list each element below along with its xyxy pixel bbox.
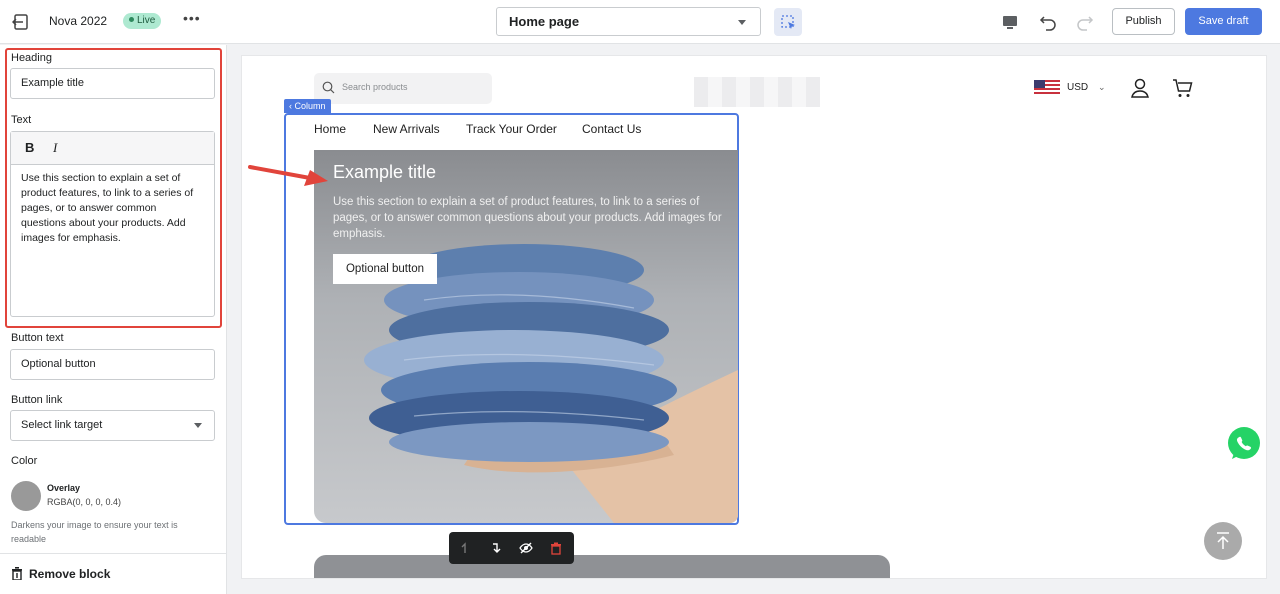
overlay-name: Overlay [47,483,81,493]
rich-text-body[interactable]: Use this section to explain a set of pro… [11,165,214,252]
settings-sidebar: Heading Example title Text B I Use this … [0,45,227,594]
column-selection-tag[interactable]: ‹ Column [284,99,331,113]
button-link-select[interactable]: Select link target [10,410,215,441]
chevron-down-icon [738,20,746,25]
scroll-to-top-button[interactable] [1204,522,1242,560]
desktop-icon[interactable] [1000,12,1020,32]
whatsapp-icon[interactable] [1226,426,1262,462]
annotation-arrow-icon [248,165,328,186]
button-link-value: Select link target [21,419,103,431]
overlay-value: RGBA(0, 0, 0, 0.4) [47,497,122,507]
store-search-input[interactable]: Search products [314,73,492,104]
status-badge: Live [123,13,162,29]
select-element-icon [781,15,795,29]
divider [0,553,227,554]
top-bar: Nova 2022 Live ••• Home page Publish Sav… [0,0,1280,44]
arrow-up-icon [1217,532,1229,549]
undo-icon[interactable] [1038,12,1058,32]
next-section-preview [314,555,890,578]
text-label: Text [11,114,32,126]
page-selector-label: Home page [509,14,580,29]
rich-text-editor[interactable]: B I Use this section to explain a set of… [10,131,215,317]
remove-block-label: Remove block [29,567,111,581]
chevron-down-icon [194,423,202,428]
button-text-input[interactable]: Optional button [10,349,215,380]
status-dot-icon [129,17,134,22]
button-link-label: Button link [11,394,63,406]
column-tag-label: Column [294,101,326,111]
italic-button[interactable]: I [53,140,57,156]
search-icon [322,81,335,94]
heading-input[interactable]: Example title [10,68,215,99]
search-placeholder: Search products [342,82,408,92]
chevron-down-icon[interactable]: ⌄ [1098,82,1106,93]
account-icon[interactable] [1129,77,1151,99]
inspector-button[interactable] [774,8,802,36]
overlay-help-text: Darkens your image to ensure your text i… [11,520,178,544]
status-badge-label: Live [137,15,156,26]
button-text-label: Button text [11,332,64,344]
cart-icon[interactable] [1172,77,1194,99]
hero-optional-button[interactable]: Optional button [333,254,437,284]
store-logo-blurred [694,77,820,107]
us-flag-icon[interactable] [1034,80,1060,96]
overlay-color-swatch[interactable] [11,481,41,511]
save-draft-button[interactable]: Save draft [1185,8,1262,35]
rich-text-toolbar: B I [11,132,214,165]
remove-block-button[interactable]: Remove block [11,567,110,581]
delete-icon[interactable] [549,541,563,555]
page-selector[interactable]: Home page [496,7,761,36]
nav-track-order[interactable]: Track Your Order [466,122,557,136]
hero-text[interactable]: Use this section to explain a set of pro… [333,194,723,242]
nav-home[interactable]: Home [314,122,346,136]
exit-icon[interactable] [12,12,32,32]
move-up-icon[interactable] [460,541,474,555]
image-with-text-block[interactable]: Example title Use this section to explai… [314,150,738,523]
nav-contact-us[interactable]: Contact Us [582,122,641,136]
store-name: Nova 2022 [49,14,108,28]
nav-new-arrivals[interactable]: New Arrivals [373,122,440,136]
preview-canvas: Search products USD ⌄ ‹ Column Home New … [242,56,1266,578]
redo-icon[interactable] [1075,12,1095,32]
hero-title[interactable]: Example title [333,162,436,183]
color-label: Color [11,455,38,467]
bold-button[interactable]: B [25,140,34,155]
trash-icon [12,567,22,580]
heading-label: Heading [11,52,52,64]
hide-icon[interactable] [519,541,533,555]
more-options-icon[interactable]: ••• [183,10,201,26]
publish-button[interactable]: Publish [1112,8,1175,35]
currency-label[interactable]: USD [1067,82,1088,93]
block-toolbar [449,532,574,564]
move-down-icon[interactable] [489,541,503,555]
